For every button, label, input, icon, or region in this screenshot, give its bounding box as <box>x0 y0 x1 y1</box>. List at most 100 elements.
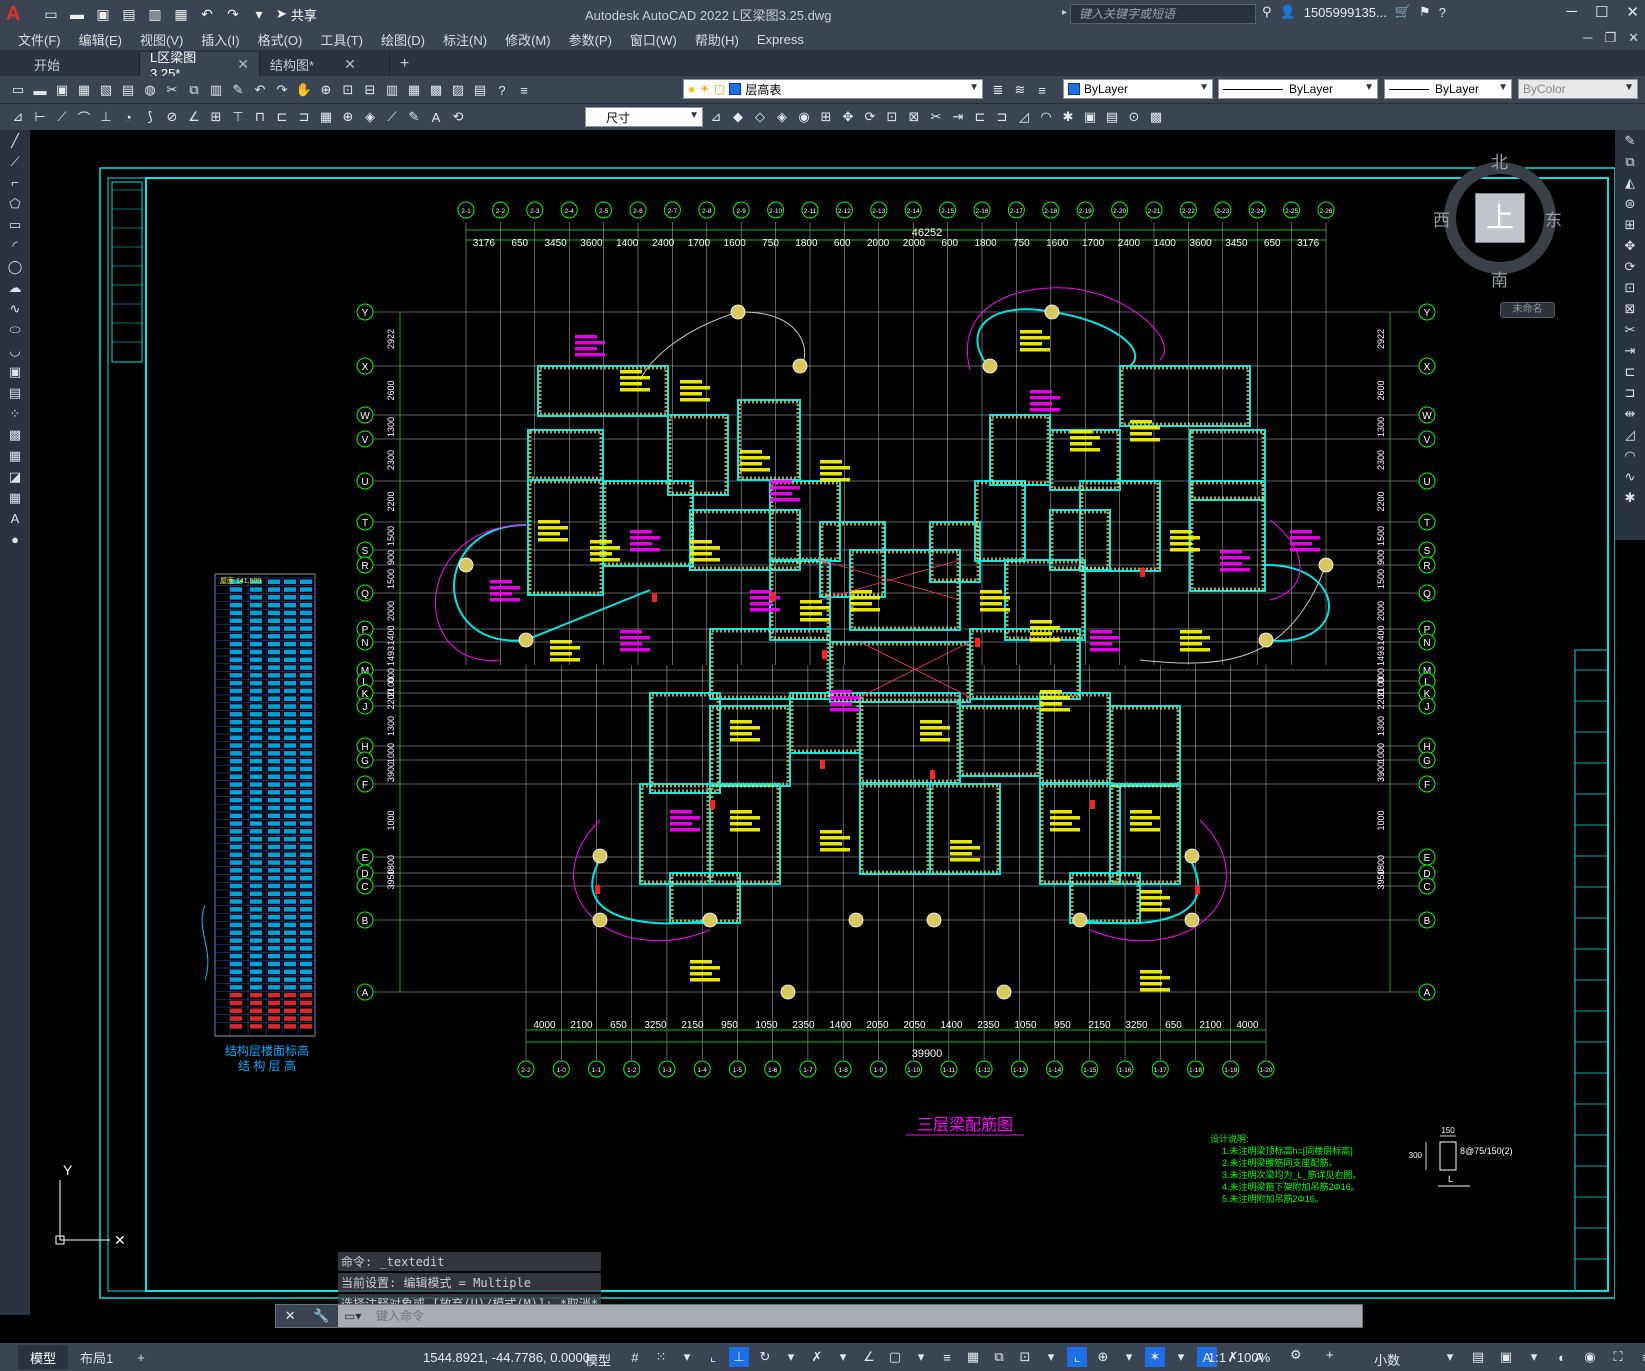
cart-icon[interactable]: 🛒 <box>1395 4 1411 20</box>
scale-icon[interactable]: ⊡ <box>882 107 902 127</box>
menu-insert[interactable]: 插入(I) <box>201 30 239 49</box>
line-icon[interactable]: ╱ <box>0 130 30 151</box>
table-icon[interactable]: ▦ <box>0 487 30 508</box>
dimordinate-icon[interactable]: ⊥ <box>96 107 116 127</box>
copy-icon[interactable]: ⧉ <box>1615 151 1645 172</box>
autocad-logo-icon[interactable]: A <box>6 3 28 25</box>
extend-icon[interactable]: ⇥ <box>948 107 968 127</box>
viewcube-top-face[interactable]: 上 <box>1475 193 1525 243</box>
redo-icon[interactable]: ↷ <box>272 80 292 100</box>
layer-state-icon[interactable]: ≡ <box>1032 80 1052 100</box>
close-icon[interactable]: ✕ <box>285 1308 296 1324</box>
menu-draw[interactable]: 绘图(D) <box>381 30 425 49</box>
coordinate-readout[interactable]: 1544.8921, -44.7786, 0.0000 <box>423 1350 590 1365</box>
tolerance-icon[interactable]: ▦ <box>316 107 336 127</box>
hatch-icon[interactable]: ▩ <box>0 424 30 445</box>
dimtedit-icon[interactable]: A <box>426 107 446 127</box>
zoom-previous-icon[interactable]: ⊟ <box>360 80 380 100</box>
scale-icon[interactable]: ⊡ <box>1615 277 1645 298</box>
properties-icon[interactable]: ▥ <box>382 80 402 100</box>
menu-format[interactable]: 格式(O) <box>258 30 303 49</box>
osnap-icon[interactable]: ▢ <box>885 1347 905 1367</box>
chamfer-icon[interactable]: ◿ <box>1014 107 1034 127</box>
stretch-icon[interactable]: ⊠ <box>1615 298 1645 319</box>
annotation-visibility-icon[interactable]: ✶ <box>1145 1347 1165 1367</box>
linetype-combo[interactable]: ByLayer ▼ <box>1218 79 1378 99</box>
chevron-down-icon[interactable]: ▾ <box>833 1347 853 1367</box>
grid-icon[interactable]: # <box>625 1347 645 1367</box>
dimaligned-icon[interactable]: ⟋ <box>52 107 72 127</box>
add-layout-icon[interactable]: + <box>125 1345 157 1369</box>
3ddwf-icon[interactable]: ◍ <box>140 80 160 100</box>
fillet-icon[interactable]: ◠ <box>1615 445 1645 466</box>
point-icon[interactable]: ⊙ <box>1124 107 1144 127</box>
dimcontinue-icon[interactable]: ⊓ <box>250 107 270 127</box>
gear-icon[interactable]: ⚙ <box>1290 1347 1302 1363</box>
lineweight-icon[interactable]: ≡ <box>937 1347 957 1367</box>
tab-model[interactable]: 模型 <box>18 1345 69 1369</box>
color-combo[interactable]: ByLayer ▼ <box>1063 79 1213 99</box>
hatch-icon[interactable]: ▩ <box>1146 107 1166 127</box>
layer-previous-icon[interactable]: ≋ <box>1010 80 1030 100</box>
dimdiameter-icon[interactable]: ⊘ <box>162 107 182 127</box>
break-icon[interactable]: ⊐ <box>1615 382 1645 403</box>
cut-icon[interactable]: ✂ <box>162 80 182 100</box>
close-icon[interactable]: ✕ <box>237 56 249 73</box>
plotstyle-combo[interactable]: ByColor ▼ <box>1518 79 1638 99</box>
tab-start[interactable]: 开始 <box>0 52 140 76</box>
customize-icon[interactable]: ▾ <box>248 4 270 24</box>
exchange-icon[interactable]: ⚑ <box>1419 4 1431 20</box>
layer-properties-icon[interactable]: ≡ <box>514 80 534 100</box>
dimradius-icon[interactable]: ◔ <box>118 107 138 127</box>
chevron-down-icon[interactable]: ▾ <box>1440 1347 1460 1367</box>
menu-express[interactable]: Express <box>757 32 804 47</box>
chevron-down-icon[interactable]: ▾ <box>677 1347 697 1367</box>
polyline-icon[interactable]: ⌐ <box>0 172 30 193</box>
circle-icon[interactable]: ◯ <box>0 256 30 277</box>
menu-parametric[interactable]: 参数(P) <box>569 30 612 49</box>
paste-icon[interactable]: ▥ <box>206 80 226 100</box>
compass-south[interactable]: 南 <box>1491 266 1508 291</box>
copy-icon[interactable]: ⧉ <box>184 80 204 100</box>
chevron-down-icon[interactable]: ▾ <box>1041 1347 1061 1367</box>
chamfer-icon[interactable]: ◿ <box>1615 424 1645 445</box>
customize-icon[interactable]: ≡ <box>1636 1347 1645 1367</box>
dimstyle-combo[interactable]: 尺寸 ▼ <box>585 107 703 127</box>
command-prompt-icon[interactable]: ▭▾ <box>338 1309 376 1323</box>
mirror-icon[interactable]: ◈ <box>772 107 792 127</box>
undo-icon[interactable]: ↶ <box>196 4 218 24</box>
menu-edit[interactable]: 编辑(E) <box>79 30 122 49</box>
erase-icon[interactable]: ✎ <box>1615 130 1645 151</box>
workspace-icon[interactable]: ▣ <box>1496 1347 1516 1367</box>
isolate-objects-icon[interactable]: ◐ <box>1552 1347 1572 1367</box>
publish-icon[interactable]: ▥ <box>144 4 166 24</box>
clean-screen-icon[interactable]: ⛶ <box>1608 1347 1628 1367</box>
spline-icon[interactable]: ∿ <box>0 298 30 319</box>
new-tab-icon[interactable]: + <box>400 55 409 73</box>
drawing-canvas[interactable]: 2-1 2-2 2-3 2-4 2-5 2-6 2-7 2-8 2-9 2-10 2-11 2-12 2… <box>30 130 1615 1315</box>
erase-icon[interactable]: ◆ <box>728 107 748 127</box>
point-icon[interactable]: ⁘ <box>0 403 30 424</box>
sheetset-icon[interactable]: ▨ <box>448 80 468 100</box>
dynamic-ucs-icon[interactable]: ⌞ <box>1067 1347 1087 1367</box>
3dosnap-icon[interactable]: ⊡ <box>1015 1347 1035 1367</box>
units-selector[interactable]: 小数 <box>1374 1350 1400 1369</box>
centermark-icon[interactable]: ⊕ <box>338 107 358 127</box>
tab-layout1[interactable]: 布局1 <box>68 1345 125 1369</box>
share-button[interactable]: ➤ 共享 <box>276 5 317 24</box>
toolpalette-icon[interactable]: ▩ <box>426 80 446 100</box>
save-icon[interactable]: ▣ <box>52 80 72 100</box>
compass-east[interactable]: 东 <box>1545 206 1562 231</box>
stretch-icon[interactable]: ⊠ <box>904 107 924 127</box>
lineweight-combo[interactable]: ByLayer ▼ <box>1384 79 1512 99</box>
matchprop-icon[interactable]: ✎ <box>228 80 248 100</box>
menu-modify[interactable]: 修改(M) <box>505 30 551 49</box>
mirror-icon[interactable]: ◭ <box>1615 172 1645 193</box>
ucs-menu[interactable]: 未命名 <box>1500 302 1555 318</box>
tab-doc-beam[interactable]: L区梁图3.25* ✕ <box>140 50 260 81</box>
break-at-point-icon[interactable]: ⊏ <box>1615 361 1645 382</box>
zoom-window-icon[interactable]: ⊡ <box>338 80 358 100</box>
polygon-icon[interactable]: ⬠ <box>0 193 30 214</box>
move-icon[interactable]: ✥ <box>838 107 858 127</box>
xline-icon[interactable]: ⟋ <box>0 151 30 172</box>
